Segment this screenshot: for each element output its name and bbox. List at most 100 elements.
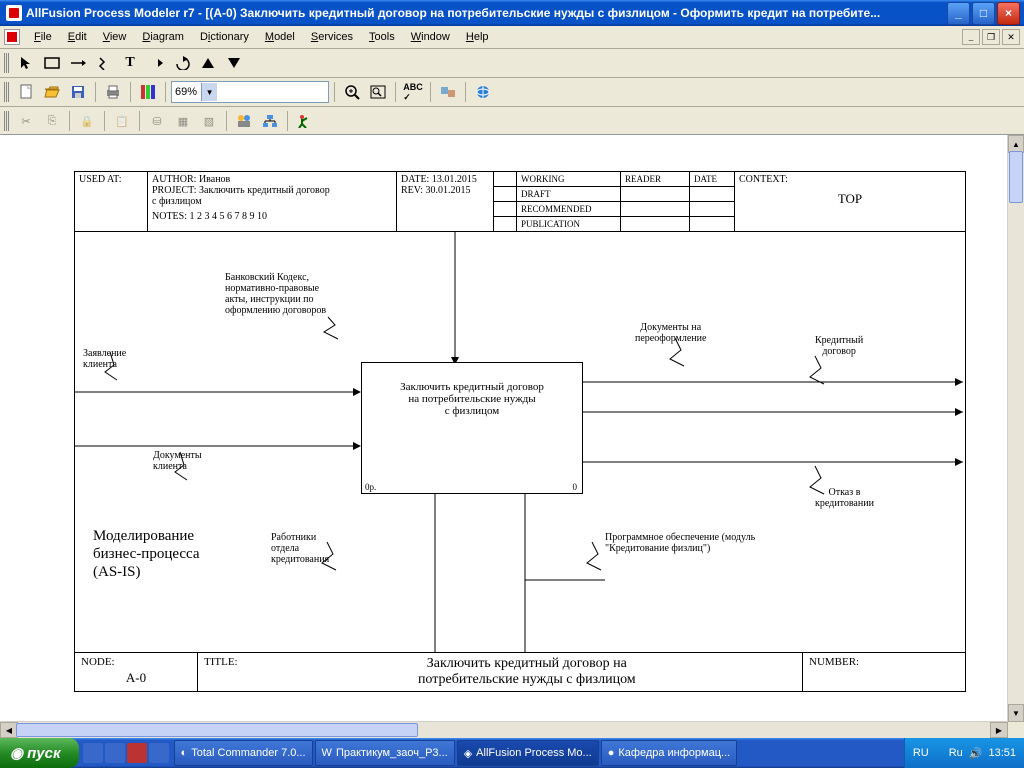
num-label: 0 — [573, 482, 578, 492]
taskbar-item-active[interactable]: ◈ AllFusion Process Mo... — [457, 740, 599, 766]
run-button[interactable] — [293, 109, 317, 133]
pointer-tool[interactable] — [14, 51, 38, 75]
maximize-button[interactable]: □ — [972, 2, 995, 25]
taskbar-item[interactable]: ● Кафедра информац... — [601, 740, 737, 766]
quick-launch — [83, 743, 169, 763]
org-button[interactable] — [258, 109, 282, 133]
zoom-fit-button[interactable] — [366, 80, 390, 104]
minimize-button[interactable]: _ — [947, 2, 970, 25]
caption-text: Моделирование бизнес-процесса (AS-IS) — [93, 527, 200, 581]
zoom-in-button[interactable] — [340, 80, 364, 104]
app-icon — [6, 5, 22, 21]
toolbar-edit: ✂ ⎘ 🔒 📋 ⛁ ▦ ▧ — [0, 107, 1024, 136]
toolbar-grip[interactable] — [4, 111, 10, 131]
reports-button[interactable] — [436, 80, 460, 104]
menu-window[interactable]: Window — [403, 29, 458, 45]
toolbar-grip[interactable] — [4, 82, 10, 102]
zoom-value: 69% — [175, 86, 197, 98]
toolbar-grip[interactable] — [4, 53, 10, 73]
open-button[interactable] — [40, 80, 64, 104]
zoom-combo[interactable]: 69% ▼ — [171, 81, 329, 103]
triangle-down-tool[interactable] — [222, 51, 246, 75]
vertical-scrollbar[interactable]: ▲ ▼ — [1007, 135, 1024, 722]
close-button[interactable]: × — [997, 2, 1020, 25]
diagram-sheet: USED AT: AUTHOR: Иванов PROJECT: Заключи… — [74, 171, 966, 692]
mdi-minimize-button[interactable]: _ — [962, 29, 980, 45]
menu-dictionary[interactable]: Dictionary — [192, 29, 257, 45]
menu-tools[interactable]: Tools — [361, 29, 403, 45]
roles-button[interactable] — [232, 109, 256, 133]
scrollbar-corner — [1008, 722, 1024, 738]
mechanism-label-2: Программное обеспечение (модуль "Кредито… — [605, 532, 755, 554]
number-cell: NUMBER: — [803, 653, 965, 691]
mdi-close-button[interactable]: ✕ — [1002, 29, 1020, 45]
clock[interactable]: 13:51 — [988, 747, 1016, 759]
ql-firefox-icon[interactable] — [105, 743, 125, 763]
ql-kaspersky-icon[interactable] — [127, 743, 147, 763]
triangle-up-tool[interactable] — [196, 51, 220, 75]
browser-button[interactable] — [471, 80, 495, 104]
mdi-restore-button[interactable]: ❐ — [982, 29, 1000, 45]
author-project-cell: AUTHOR: Иванов PROJECT: Заключить кредит… — [148, 172, 397, 231]
copy-button: ⎘ — [40, 109, 64, 133]
activity-tool[interactable] — [40, 51, 64, 75]
window-titlebar: AllFusion Process Modeler r7 - [(A-0) За… — [0, 0, 1024, 26]
print-button[interactable] — [101, 80, 125, 104]
volume-icon[interactable]: 🔊 — [969, 747, 983, 760]
ql-paint-icon[interactable] — [149, 743, 169, 763]
lang-keyboard[interactable]: Ru — [949, 747, 963, 759]
menu-services[interactable]: Services — [303, 29, 361, 45]
horizontal-scrollbar[interactable]: ◀ ▶ — [0, 721, 1008, 738]
save-button[interactable] — [66, 80, 90, 104]
diagram-header: USED AT: AUTHOR: Иванов PROJECT: Заключи… — [75, 172, 965, 232]
control-label: Банковский Кодекс, нормативно-правовые а… — [225, 272, 326, 316]
diagram-body[interactable]: Заключить кредитный договор на потребите… — [75, 232, 965, 652]
menu-model[interactable]: Model — [257, 29, 303, 45]
output-label-2: Кредитный договор — [815, 335, 863, 357]
goto-arrow-tool[interactable] — [144, 51, 168, 75]
fill-button: ▧ — [197, 109, 221, 133]
date-rev-cell: DATE: 13.01.2015 REV: 30.01.2015 — [397, 172, 494, 231]
activity-title: Заключить кредитный договор на потребите… — [368, 381, 576, 417]
undo-tool[interactable] — [170, 51, 194, 75]
scroll-down-icon[interactable]: ▼ — [1008, 704, 1024, 722]
diagram-canvas[interactable]: USED AT: AUTHOR: Иванов PROJECT: Заключи… — [18, 135, 1008, 722]
model-explorer-button[interactable] — [136, 80, 160, 104]
chevron-down-icon[interactable]: ▼ — [201, 83, 217, 101]
output-label-3: Отказ в кредитовании — [815, 487, 874, 509]
ql-ie-icon[interactable] — [83, 743, 103, 763]
lang-indicator[interactable]: RU — [913, 747, 929, 759]
cost-label: 0р. — [365, 482, 376, 492]
menu-help[interactable]: Help — [458, 29, 497, 45]
mechanism-label-1: Работники отдела кредитования — [271, 532, 329, 565]
context-cell: CONTEXT: TOP — [735, 172, 965, 231]
used-at-cell: USED AT: — [75, 172, 148, 231]
cut-button: ✂ — [14, 109, 38, 133]
db-button: ⛁ — [145, 109, 169, 133]
arrow-tool[interactable] — [66, 51, 90, 75]
lock-button: 🔒 — [75, 109, 99, 133]
taskbar: ◉пуск ◐ Total Commander 7.0... W Практик… — [0, 738, 1024, 768]
activity-box[interactable]: Заключить кредитный договор на потребите… — [361, 362, 583, 494]
spellcheck-button[interactable]: ABC✓ — [401, 80, 425, 104]
menu-diagram[interactable]: Diagram — [134, 29, 192, 45]
scroll-thumb-v[interactable] — [1009, 151, 1023, 203]
input-label-2: Документы клиента — [153, 450, 202, 472]
node-cell: NODE: A-0 — [75, 653, 198, 691]
new-button[interactable] — [14, 80, 38, 104]
taskbar-item[interactable]: ◐ Total Commander 7.0... — [174, 740, 313, 766]
toolbar-standard: 69% ▼ ABC✓ — [0, 78, 1024, 107]
menu-view[interactable]: View — [95, 29, 135, 45]
grid-button: ▦ — [171, 109, 195, 133]
scroll-right-icon[interactable]: ▶ — [990, 722, 1008, 738]
start-button[interactable]: ◉пуск — [0, 738, 79, 768]
title-cell: TITLE: Заключить кредитный договор на по… — [198, 653, 803, 691]
mdi-icon — [4, 29, 20, 45]
squiggle-tool[interactable] — [92, 51, 116, 75]
text-tool[interactable]: T — [118, 51, 142, 75]
scroll-thumb-h[interactable] — [16, 723, 418, 737]
status-grid: WORKINGREADERDATE DRAFT RECOMMENDED PUBL… — [494, 172, 735, 231]
menu-edit[interactable]: Edit — [60, 29, 95, 45]
menu-file[interactable]: File — [26, 29, 60, 45]
taskbar-item[interactable]: W Практикум_заоч_Р3... — [315, 740, 455, 766]
